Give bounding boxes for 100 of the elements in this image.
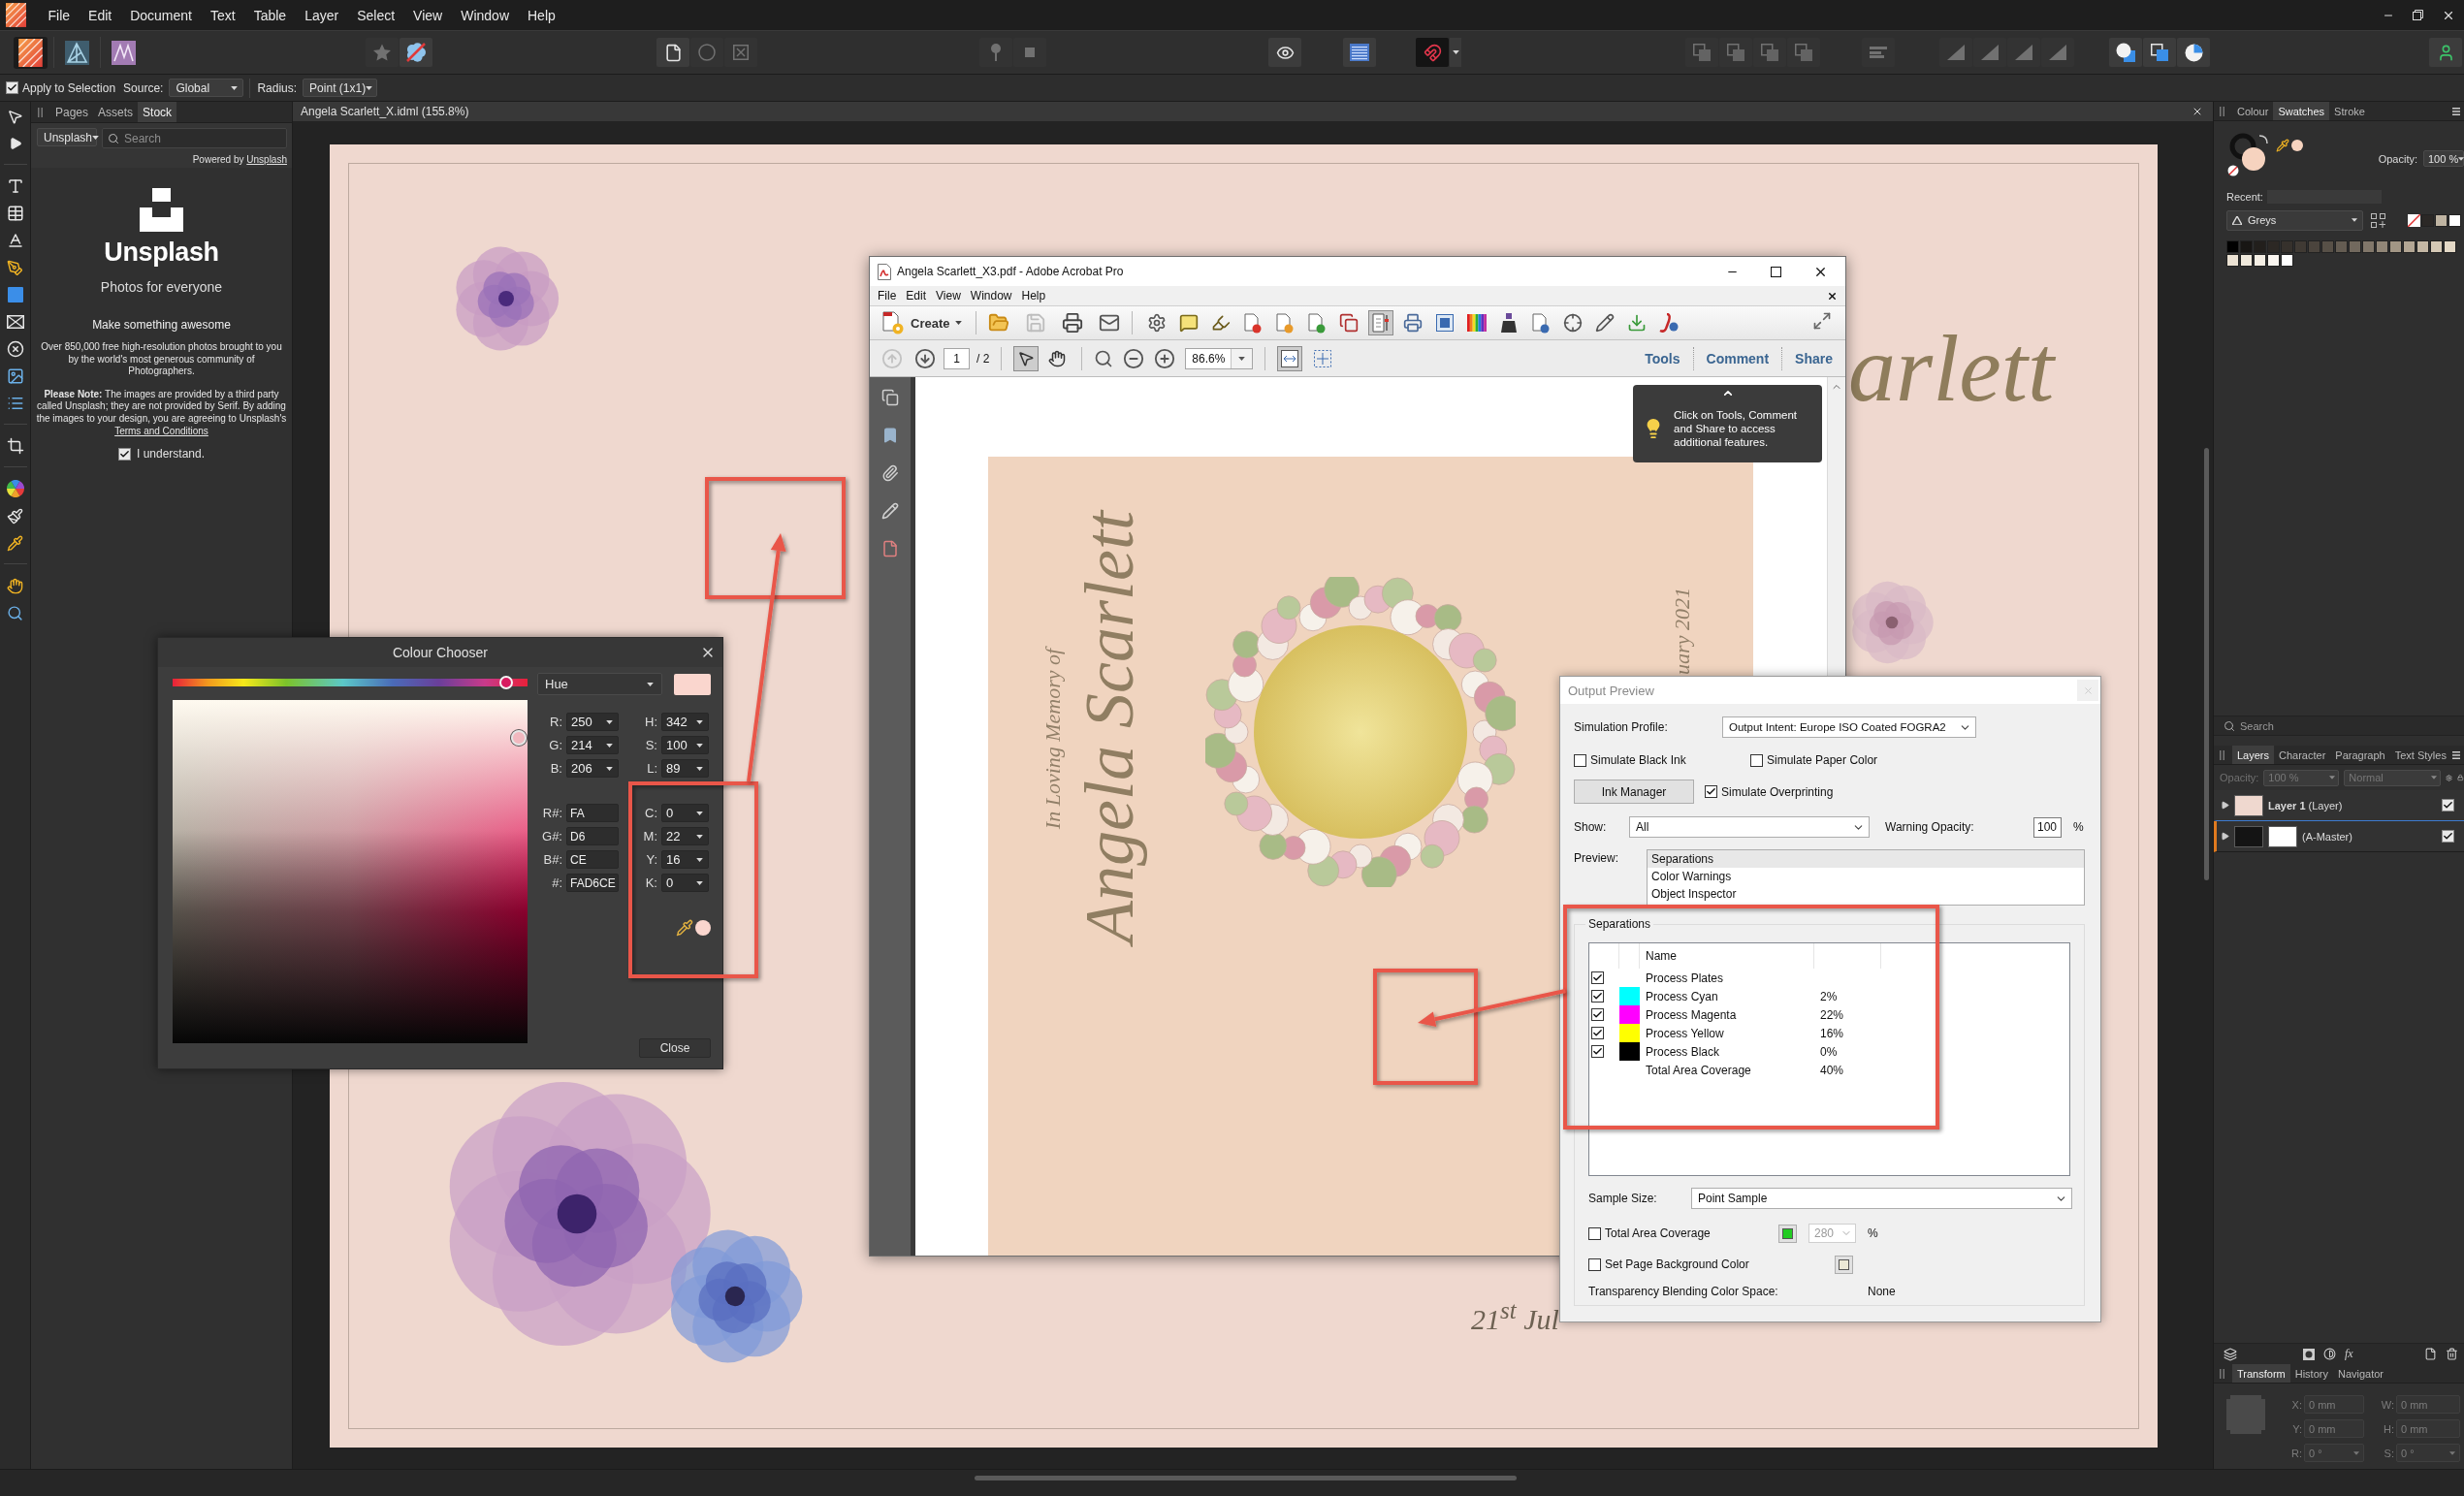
colour-swatch-icon[interactable]: [2444, 240, 2456, 253]
colour-swatch-icon[interactable]: [2389, 240, 2402, 253]
toolbar-button[interactable]: [2143, 38, 2176, 67]
speech-bubble-icon[interactable]: [1179, 313, 1200, 333]
menu-item[interactable]: Help: [518, 5, 565, 25]
search-field[interactable]: Search: [2214, 716, 2464, 736]
checkbox[interactable]: [1750, 753, 1763, 767]
colour-swatch-icon[interactable]: [2226, 254, 2239, 267]
number-field[interactable]: 250: [566, 713, 619, 731]
trash-icon[interactable]: [2446, 1348, 2458, 1360]
table-icon[interactable]: [6, 205, 24, 222]
number-field[interactable]: 0: [661, 874, 709, 892]
eyedropper-icon[interactable]: [7, 534, 23, 552]
toolbar-button[interactable]: [656, 38, 689, 67]
panel-tab[interactable]: Character: [2274, 746, 2331, 764]
panel-tab[interactable]: Layers: [2232, 746, 2275, 764]
pencil-icon[interactable]: [1595, 313, 1616, 333]
colour-swatch-icon[interactable]: [2254, 254, 2266, 267]
checkbox[interactable]: [117, 447, 131, 461]
restore-icon[interactable]: [2413, 10, 2423, 20]
pane-button[interactable]: Share: [1781, 346, 1845, 370]
paperclip-icon[interactable]: [881, 464, 899, 482]
panel-tab[interactable]: Text Styles: [2389, 746, 2451, 764]
panel-tab[interactable]: Paragraph: [2330, 746, 2390, 764]
colour-swatch-icon[interactable]: [2267, 254, 2280, 267]
close-icon[interactable]: [2192, 106, 2203, 117]
page-icon[interactable]: [2424, 1348, 2437, 1360]
pages-icon[interactable]: [1339, 313, 1360, 333]
show-dropdown[interactable]: All: [1629, 816, 1870, 838]
toolbar-button[interactable]: [2109, 38, 2142, 67]
picker-handle[interactable]: [511, 730, 527, 746]
checkbox[interactable]: [1588, 1257, 1601, 1271]
crossed-rectangle-icon[interactable]: [6, 315, 24, 329]
expand-icon[interactable]: [1812, 311, 1832, 331]
menu-item[interactable]: Edit: [79, 5, 121, 25]
bookmark-icon[interactable]: [881, 427, 899, 444]
menu-item[interactable]: View: [403, 5, 452, 25]
brush-icon[interactable]: [7, 507, 23, 525]
hand-icon[interactable]: [7, 577, 23, 594]
colour-swatch-icon[interactable]: [2294, 240, 2307, 253]
checkbox[interactable]: [1574, 753, 1586, 767]
list-item[interactable]: Object Inspector: [1648, 885, 2084, 903]
panel-tab[interactable]: Stock: [138, 102, 177, 122]
colour-field[interactable]: [173, 700, 528, 1043]
magnifier-icon[interactable]: [1094, 348, 1114, 368]
number-field[interactable]: 100: [661, 736, 709, 754]
gear-icon[interactable]: [1147, 313, 1168, 333]
checkbox[interactable]: [1591, 990, 1604, 1003]
number-field[interactable]: 206: [566, 759, 619, 778]
menu-icon[interactable]: [2452, 750, 2460, 759]
slider-thumb[interactable]: [499, 676, 514, 689]
document-tab[interactable]: Angela Scarlett_X.idml (155.8%): [301, 105, 469, 118]
close-icon[interactable]: [1827, 290, 1838, 302]
pane-button[interactable]: Tools: [1632, 346, 1693, 370]
menu-item[interactable]: Layer: [295, 5, 348, 25]
menu-item[interactable]: File: [873, 289, 902, 302]
maximize-icon[interactable]: [1771, 266, 1781, 277]
toolbar-button[interactable]: [2429, 38, 2462, 67]
color-wheel-icon[interactable]: [6, 480, 24, 497]
checkbox[interactable]: [1591, 971, 1604, 984]
hand-icon[interactable]: [1048, 349, 1067, 367]
image-icon[interactable]: [6, 367, 24, 385]
contrast-icon[interactable]: [2323, 1348, 2336, 1360]
toolbar-button[interactable]: [2177, 38, 2210, 67]
play-icon[interactable]: [8, 137, 22, 150]
create-button[interactable]: Create: [880, 311, 965, 334]
letter-t-icon[interactable]: [6, 177, 24, 195]
colour-swatch-icon[interactable]: [2226, 240, 2239, 253]
provider-link[interactable]: Unsplash: [246, 154, 287, 165]
toolbar-button[interactable]: [1416, 38, 1449, 67]
menu-item[interactable]: Help: [1016, 289, 1051, 302]
colour-swatch-icon[interactable]: [2416, 240, 2429, 253]
terms-link[interactable]: Terms and Conditions: [114, 425, 208, 436]
colour-swatch-icon[interactable]: [2362, 240, 2375, 253]
checkbox[interactable]: [1591, 1008, 1604, 1021]
square-icon[interactable]: [7, 287, 23, 302]
no-colour-swatch-icon[interactable]: [2408, 213, 2420, 227]
colour-swatch-icon[interactable]: [2240, 240, 2253, 253]
pane-button[interactable]: Comment: [1692, 346, 1782, 370]
eyedropper-icon[interactable]: [676, 919, 693, 937]
hex-field[interactable]: CE: [566, 850, 619, 869]
panel-tab[interactable]: Colour: [2232, 102, 2274, 120]
ink-bottle-icon[interactable]: [1501, 313, 1518, 333]
colour-swatch-icon[interactable]: [2321, 240, 2334, 253]
add-swatch-icon[interactable]: [2371, 212, 2385, 228]
menu-item[interactable]: Window: [451, 5, 519, 25]
number-field[interactable]: 22: [661, 827, 709, 845]
checkbox[interactable]: [2442, 829, 2454, 843]
menu-item[interactable]: Window: [965, 289, 1017, 302]
panel-tab[interactable]: Pages: [50, 102, 94, 122]
colour-button[interactable]: [1778, 1224, 1797, 1243]
zoom-out-icon[interactable]: [1123, 347, 1145, 369]
crop-icon[interactable]: [6, 437, 24, 455]
search-field[interactable]: Search: [102, 128, 287, 148]
toolbar-button[interactable]: [1343, 38, 1376, 67]
number-field[interactable]: 16: [661, 850, 709, 869]
menu-icon[interactable]: [2452, 107, 2460, 115]
ink-manager-button[interactable]: Ink Manager: [1574, 780, 1694, 804]
hex-field[interactable]: D6: [566, 827, 619, 845]
number-field[interactable]: 342: [661, 713, 709, 731]
